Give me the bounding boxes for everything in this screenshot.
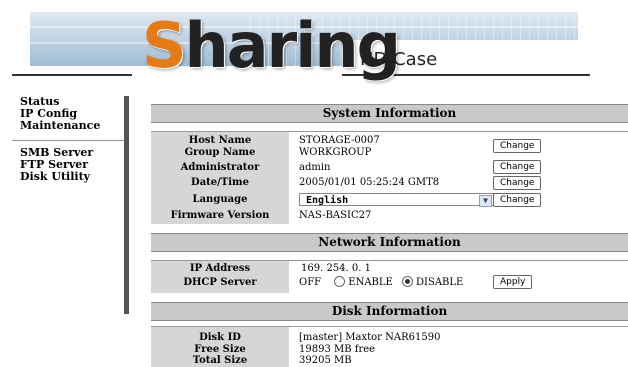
group-name-value: WORKGROUP: [299, 147, 372, 158]
total-size-value: 39205 MB: [299, 355, 352, 366]
disk-id-label: Disk ID: [199, 332, 241, 343]
language-label: Language: [192, 194, 248, 205]
apply-button[interactable]: Apply: [493, 275, 533, 289]
sidebar-nav: Status IP Config Maintenance SMB Server …: [12, 96, 128, 183]
change-host-name-button[interactable]: Change: [493, 139, 542, 153]
header-banner: Sharing HD Case: [0, 0, 628, 95]
subtitle: HD Case: [360, 49, 438, 70]
logo-rest: haring: [184, 9, 401, 82]
ip-address-label: IP Address: [189, 263, 251, 274]
administrator-value: admin: [299, 162, 331, 173]
dhcp-server-label: DHCP Server: [183, 277, 257, 288]
datetime-label: Date/Time: [191, 177, 249, 188]
disk-info-header: Disk Information: [151, 302, 628, 321]
administrator-label: Administrator: [180, 162, 260, 173]
sidebar-bar: [124, 96, 129, 314]
free-size-value: 19893 MB free: [299, 344, 376, 355]
language-select[interactable]: English ▼: [299, 193, 494, 207]
sidebar-item-disk-utility[interactable]: Disk Utility: [20, 171, 120, 183]
dhcp-enable-radio[interactable]: [334, 276, 346, 287]
host-name-value: STORAGE-0007: [299, 135, 380, 146]
change-datetime-button[interactable]: Change: [493, 176, 542, 190]
firmware-label: Firmware Version: [170, 210, 270, 221]
logo: Sharing: [142, 6, 401, 86]
datetime-value: 2005/01/01 05:25:24 GMT8: [299, 177, 440, 188]
host-name-label: Host Name: [188, 135, 252, 146]
free-size-label: Free Size: [194, 344, 246, 355]
dhcp-enable-label: ENABLE: [348, 277, 393, 288]
dhcp-server-controls: OFF ENABLE DISABLE: [299, 276, 464, 288]
ip-address-value: 169. 254. 0. 1: [301, 263, 371, 274]
change-administrator-button[interactable]: Change: [493, 160, 542, 174]
system-info-header: System Information: [151, 104, 628, 123]
header-rule: [12, 74, 132, 76]
change-language-button[interactable]: Change: [493, 193, 542, 207]
firmware-value: NAS-BASIC27: [299, 210, 372, 221]
disk-id-value: [master] Maxtor NAR61590: [299, 332, 441, 343]
language-selected-value: English: [306, 195, 349, 206]
logo-initial: S: [142, 9, 187, 82]
sidebar-divider: [12, 140, 128, 141]
chevron-down-icon[interactable]: ▼: [479, 195, 492, 207]
dhcp-state: OFF: [299, 277, 322, 288]
total-size-label: Total Size: [192, 355, 248, 366]
dhcp-disable-label: DISABLE: [416, 277, 464, 288]
group-name-label: Group Name: [184, 147, 256, 158]
sidebar-item-maintenance[interactable]: Maintenance: [20, 120, 120, 132]
dhcp-disable-radio[interactable]: [402, 276, 414, 287]
network-info-header: Network Information: [151, 233, 628, 252]
